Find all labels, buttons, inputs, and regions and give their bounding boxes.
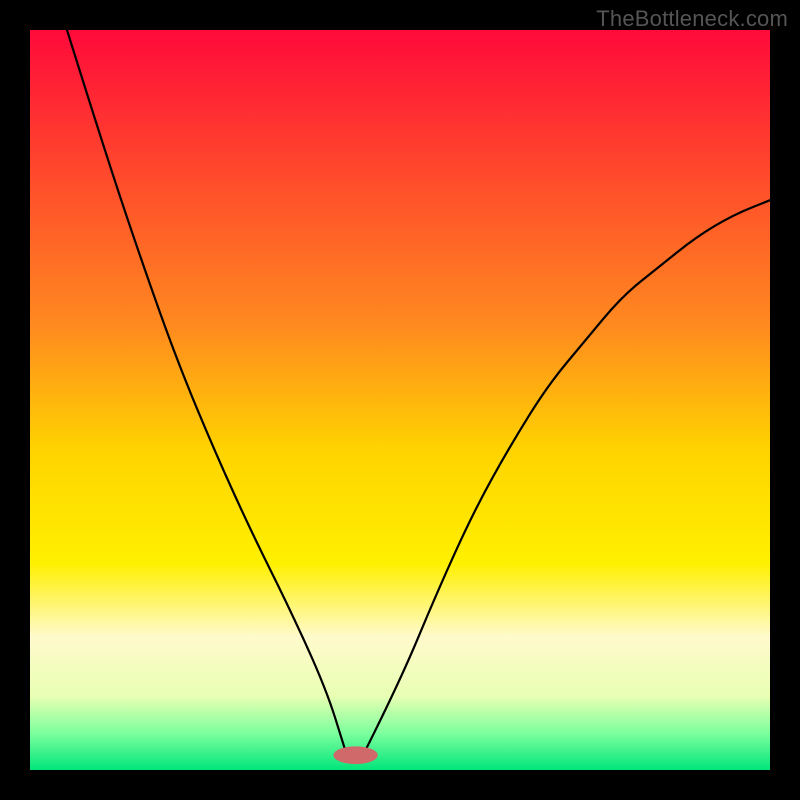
chart-svg (30, 30, 770, 770)
watermark-text: TheBottleneck.com (596, 6, 788, 32)
gradient-background (30, 30, 770, 770)
plot-area (30, 30, 770, 770)
bottleneck-marker (333, 746, 377, 764)
bottleneck-pill (333, 746, 377, 764)
chart-frame: TheBottleneck.com (0, 0, 800, 800)
